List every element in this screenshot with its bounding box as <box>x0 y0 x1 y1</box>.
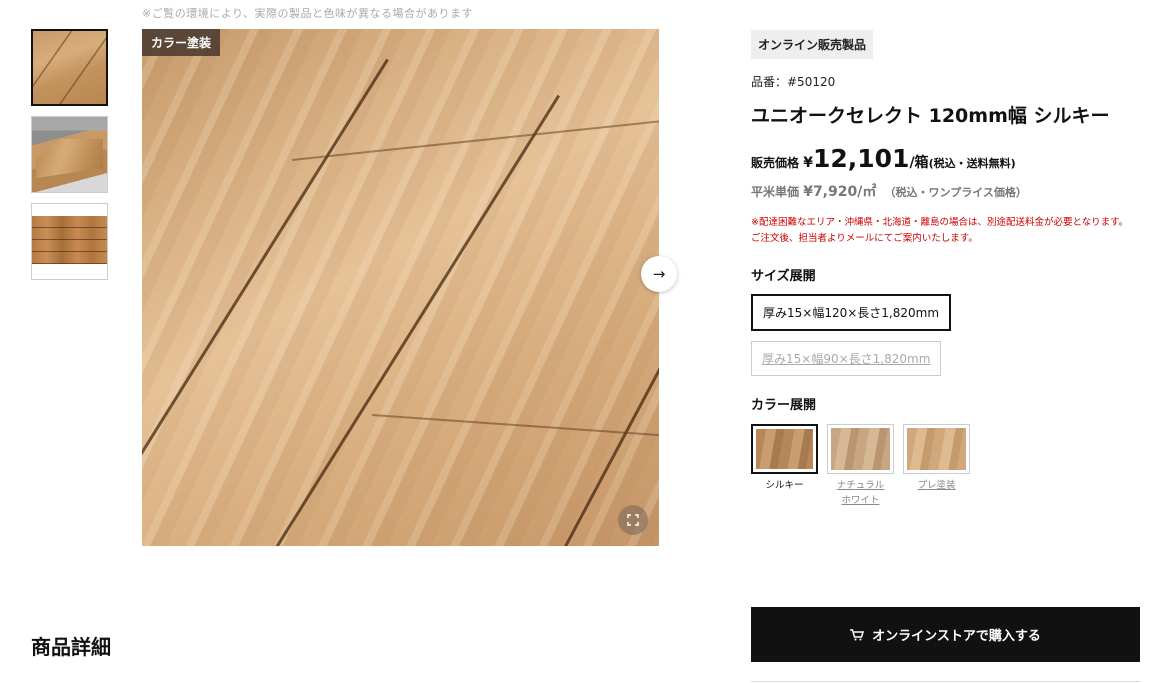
swatch-label: シルキー <box>765 480 804 491</box>
swatch-natural-white[interactable] <box>827 424 894 474</box>
color-disclaimer: ※ご覧の環境により、実際の製品と色味が異なる場合があります <box>142 7 474 20</box>
product-details-heading: 商品詳細 <box>31 635 111 659</box>
swatch-silky[interactable] <box>751 424 818 474</box>
thumbnail-list <box>31 29 108 290</box>
color-option-pre-coated[interactable]: プレ塗装 <box>903 424 970 508</box>
price-currency: ¥ <box>803 155 813 171</box>
price-note: (税込・送料無料) <box>928 157 1016 170</box>
sqm-note: （税込・ワンプライス価格） <box>884 186 1027 199</box>
next-arrow-icon[interactable]: → <box>641 256 677 292</box>
online-badge: オンライン販売製品 <box>751 30 874 59</box>
size-option-2[interactable]: 厚み15×幅90×長さ1,820mm <box>751 341 942 376</box>
color-option-natural-white[interactable]: ナチュラル ホワイト <box>827 424 894 508</box>
cart-icon <box>850 628 865 640</box>
main-product-image: カラー塗装 <box>142 29 659 546</box>
price-value: 12,101 <box>812 144 910 173</box>
expand-icon[interactable] <box>618 505 648 535</box>
color-coating-label: カラー塗装 <box>142 29 221 56</box>
divider <box>751 681 1140 682</box>
sqm-value: ¥7,920/㎡ <box>803 184 877 200</box>
price-row: 販売価格 ¥12,101/箱(税込・送料無料) <box>751 144 1141 173</box>
thumbnail-2[interactable] <box>31 116 108 193</box>
product-info: オンライン販売製品 品番：#50120 ユニオークセレクト 120mm幅 シルキ… <box>751 30 1141 508</box>
color-option-silky[interactable]: シルキー <box>751 424 818 508</box>
color-heading: カラー展開 <box>751 398 817 413</box>
sqm-label: 平米単価 <box>751 185 800 199</box>
color-options: シルキー ナチュラル ホワイト プレ塗装 <box>751 424 1141 508</box>
swatch-pre-coated[interactable] <box>903 424 970 474</box>
product-number: 品番：#50120 <box>751 75 836 89</box>
size-heading: サイズ展開 <box>751 269 816 284</box>
fullscreen-icon <box>627 514 639 526</box>
size-option-1[interactable]: 厚み15×幅120×長さ1,820mm <box>751 294 952 331</box>
price-label: 販売価格 <box>751 156 800 170</box>
product-title: ユニオークセレクト 120mm幅 シルキー <box>751 105 1110 127</box>
sqm-price-row: 平米単価 ¥7,920/㎡ （税込・ワンプライス価格） <box>751 181 1141 201</box>
buy-button-label: オンラインストアで購入する <box>872 629 1041 644</box>
warning-line-1: ※配達困難なエリア・沖縄県・北海道・離島の場合は、別途配送料金が必要となります。 <box>751 217 1129 228</box>
price-unit: /箱 <box>909 155 929 171</box>
warning-line-2: ご注文後、担当者よりメールにてご案内いたします。 <box>751 233 978 244</box>
swatch-label[interactable]: ナチュラル ホワイト <box>827 478 894 508</box>
buy-online-button[interactable]: オンラインストアで購入する <box>751 607 1140 662</box>
thumbnail-1[interactable] <box>31 29 108 106</box>
thumbnail-3[interactable] <box>31 203 108 280</box>
delivery-warning: ※配達困難なエリア・沖縄県・北海道・離島の場合は、別途配送料金が必要となります。… <box>751 215 1139 247</box>
swatch-label[interactable]: プレ塗装 <box>903 478 970 493</box>
